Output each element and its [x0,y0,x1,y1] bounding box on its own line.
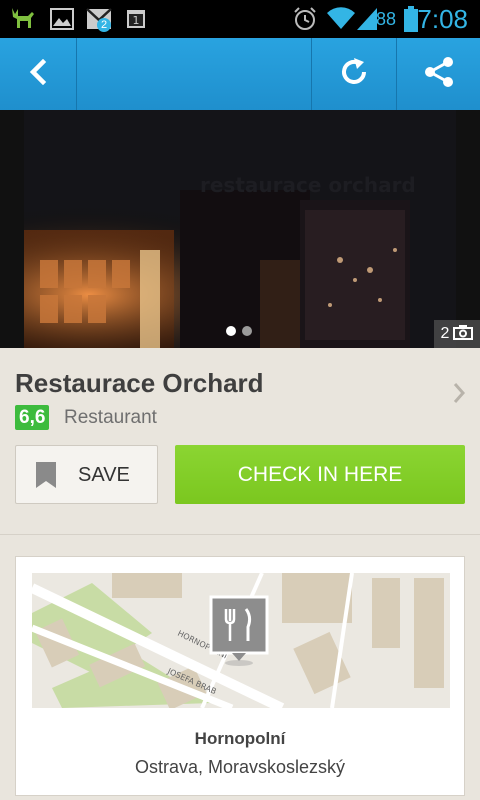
share-icon [423,56,455,93]
signal-icon [356,7,378,36]
map-view[interactable]: HORNOPOLNÍ JOSEFA BRAB [32,573,450,708]
refresh-icon [338,56,370,93]
deer-app-icon [8,6,38,37]
camera-icon [453,324,474,345]
calendar-icon: 1 [126,9,146,34]
bookmark-icon [36,462,56,493]
share-button[interactable] [397,38,480,110]
section-divider [0,534,480,535]
photo-count-badge[interactable]: 2 [434,320,480,348]
photo-sign-text: restaurace orchard [200,173,416,197]
venue-name: Restaurace Orchard [15,368,264,398]
notification-badge: 2 [97,18,111,32]
venue-photo[interactable]: restaurace orchard [0,110,480,348]
photo-pager [226,326,252,336]
svg-text:1: 1 [133,14,140,27]
battery-icon [404,6,418,37]
check-in-label: CHECK IN HERE [237,462,403,486]
save-label: SAVE [78,464,130,486]
save-button[interactable]: SAVE [15,445,158,504]
venue-category: Restaurant [64,407,157,428]
image-icon [50,8,74,35]
alarm-icon [292,6,318,37]
pager-dot-active [226,326,236,336]
back-button[interactable] [0,38,76,110]
photo-count: 2 [440,325,450,342]
battery-percent: 88 [375,9,396,29]
back-chevron-icon [28,58,48,90]
pager-dot [242,326,252,336]
wifi-icon [326,7,356,36]
action-bar [0,38,480,110]
location-card[interactable]: HORNOPOLNÍ JOSEFA BRAB Hornopolní Ostrav… [15,556,465,796]
address-city: Ostrava, Moravskoslezský [134,757,346,777]
chevron-right-icon[interactable] [452,380,466,412]
rating-badge: 6,6 [15,405,50,430]
clock: 7:08 [417,4,468,34]
address-street: Hornopolní [194,729,286,748]
check-in-button[interactable]: CHECK IN HERE [175,445,465,504]
status-bar: 2 1 88 7:08 [0,0,480,38]
refresh-button[interactable] [312,38,396,110]
